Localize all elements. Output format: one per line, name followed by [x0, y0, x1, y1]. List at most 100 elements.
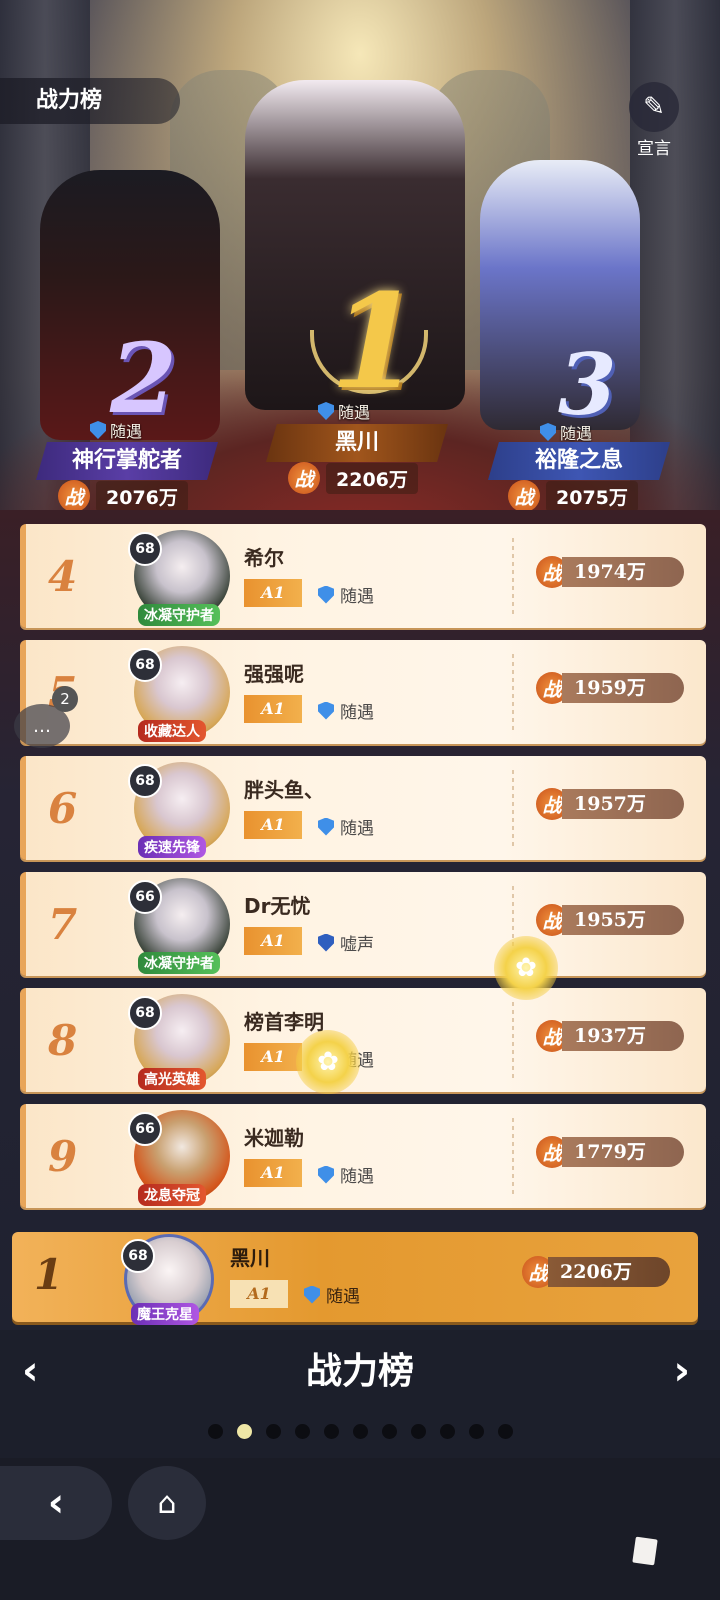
guild-shield-icon	[318, 817, 334, 836]
page-dot[interactable]	[381, 1424, 397, 1439]
tier-tag: A1	[244, 579, 302, 607]
tier-tag: A1	[244, 927, 302, 955]
guild-shield-icon	[318, 1165, 334, 1184]
podium-rank-1: 1	[330, 265, 421, 418]
page-dot[interactable]	[439, 1424, 455, 1439]
avatar[interactable]: 68 魔王克星	[121, 1234, 214, 1325]
chat-unread-count: 2	[52, 686, 78, 712]
level-badge: 68	[121, 1239, 155, 1273]
guild-shield-icon	[318, 701, 334, 720]
guild-label: 随遇	[318, 698, 374, 723]
level-badge: 68	[128, 532, 162, 566]
podium-2-guild: 随遇	[90, 418, 142, 442]
tier-tag: A1	[244, 695, 302, 723]
podium-3-name[interactable]: 裕隆之息	[488, 442, 670, 480]
page-dot[interactable]	[207, 1424, 223, 1439]
rank-row[interactable]: 6 68 疾速先锋 胖头鱼、 A1 随遇 战 1957万	[20, 756, 706, 860]
my-rank-row[interactable]: 1 68 魔王克星 黑川 A1 随遇 战 2206万	[12, 1232, 698, 1325]
home-button[interactable]: ⌂	[128, 1466, 206, 1540]
guild-shield-icon	[318, 933, 334, 952]
player-name: 胖头鱼、	[244, 778, 324, 802]
note-icon[interactable]	[632, 1536, 658, 1566]
guild-shield-icon	[540, 423, 556, 441]
power-display: 战 2206万	[522, 1256, 670, 1288]
next-board-button[interactable]: ›	[674, 1348, 690, 1394]
avatar[interactable]: 66 冰凝守护者	[128, 878, 230, 974]
rank-row[interactable]: 9 66 龙息夺冠 米迦勒 A1 随遇 战 1779万	[20, 1104, 706, 1208]
guild-label: 随遇	[318, 1162, 374, 1187]
rank-row[interactable]: 868高光英雄榜首李明A1随遇战1937万	[20, 988, 706, 1092]
rank-number: 6	[48, 784, 78, 833]
player-name: 米迦勒	[244, 1126, 304, 1150]
tier-tag: A1	[244, 811, 302, 839]
page-dot[interactable]	[265, 1424, 281, 1439]
paw-sticker-icon[interactable]: ✿	[494, 936, 558, 1000]
rank-number: 1	[34, 1250, 64, 1299]
guild-label: 随遇	[318, 814, 374, 839]
podium-2-name[interactable]: 神行掌舵者	[36, 442, 218, 480]
divider	[512, 538, 514, 614]
tier-tag: A1	[230, 1280, 288, 1308]
level-badge: 66	[128, 1112, 162, 1146]
back-button[interactable]: ‹	[0, 1466, 112, 1540]
player-name: 黑川	[230, 1246, 270, 1270]
power-display: 战 1957万	[536, 788, 684, 820]
page-indicator	[0, 1424, 720, 1439]
power-display: 战 1779万	[536, 1136, 684, 1168]
power-icon: 战	[58, 480, 90, 512]
page-dot[interactable]	[236, 1424, 252, 1439]
divider	[512, 770, 514, 846]
avatar[interactable]: 68 疾速先锋	[128, 762, 230, 858]
player-name: 希尔	[244, 546, 284, 570]
page-dot[interactable]	[410, 1424, 426, 1439]
tier-tag: A1	[244, 1159, 302, 1187]
podium-1-guild: 随遇	[318, 399, 370, 423]
power-display: 战 1937万	[536, 1020, 684, 1052]
title-badge: 冰凝守护者	[138, 952, 220, 974]
divider	[512, 1118, 514, 1194]
title-badge: 冰凝守护者	[138, 604, 220, 626]
guild-label: 随遇	[318, 582, 374, 607]
declare-button[interactable]: ✎ 宣言	[624, 82, 684, 159]
home-icon: ⌂	[157, 1485, 177, 1521]
rank-row[interactable]: 568收藏达人强强呢A1随遇战1959万	[20, 640, 706, 744]
avatar[interactable]: 68 收藏达人	[128, 646, 230, 742]
page-dot[interactable]	[323, 1424, 339, 1439]
player-name: Dr无忧	[244, 894, 311, 918]
player-name: 强强呢	[244, 662, 304, 686]
level-badge: 68	[128, 764, 162, 798]
tier-tag: A1	[244, 1043, 302, 1071]
player-name: 榜首李明	[244, 1010, 324, 1034]
avatar[interactable]: 66 龙息夺冠	[128, 1110, 230, 1206]
podium-3-guild: 随遇	[540, 420, 592, 444]
page-dot[interactable]	[468, 1424, 484, 1439]
power-icon: 战	[288, 462, 320, 494]
page-dot[interactable]	[497, 1424, 513, 1439]
power-icon: 战	[508, 480, 540, 512]
level-badge: 68	[128, 648, 162, 682]
level-badge: 66	[128, 880, 162, 914]
rank-number: 7	[48, 900, 78, 949]
guild-shield-icon	[304, 1285, 320, 1304]
page-dot[interactable]	[294, 1424, 310, 1439]
podium-1-name[interactable]: 黑川	[266, 424, 448, 462]
podium-1-power: 战 2206万	[288, 462, 418, 494]
edit-note-icon: ✎	[629, 82, 679, 132]
back-arrow-icon: ‹	[47, 1480, 65, 1526]
avatar[interactable]: 68 冰凝守护者	[128, 530, 230, 626]
divider	[512, 1002, 514, 1078]
power-display: 战 1955万	[536, 904, 684, 936]
rank-row[interactable]: 4 68 冰凝守护者 希尔 A1 随遇 战 1974万	[20, 524, 706, 628]
paw-sticker-icon[interactable]: ✿	[296, 1030, 360, 1094]
podium-2-power: 战 2076万	[58, 480, 188, 512]
page-dot[interactable]	[352, 1424, 368, 1439]
guild-shield-icon	[318, 402, 334, 420]
rank-row[interactable]: 7 66 冰凝守护者 Dr无忧 A1 嘘声 战 1955万	[20, 872, 706, 976]
title-badge: 高光英雄	[138, 1068, 206, 1090]
page-title: 战力榜	[0, 78, 180, 124]
power-display: 战 1959万	[536, 672, 684, 704]
title-badge: 疾速先锋	[138, 836, 206, 858]
avatar[interactable]: 68 高光英雄	[128, 994, 230, 1090]
bottom-bar	[0, 1458, 720, 1600]
guild-label: 随遇	[304, 1282, 360, 1307]
